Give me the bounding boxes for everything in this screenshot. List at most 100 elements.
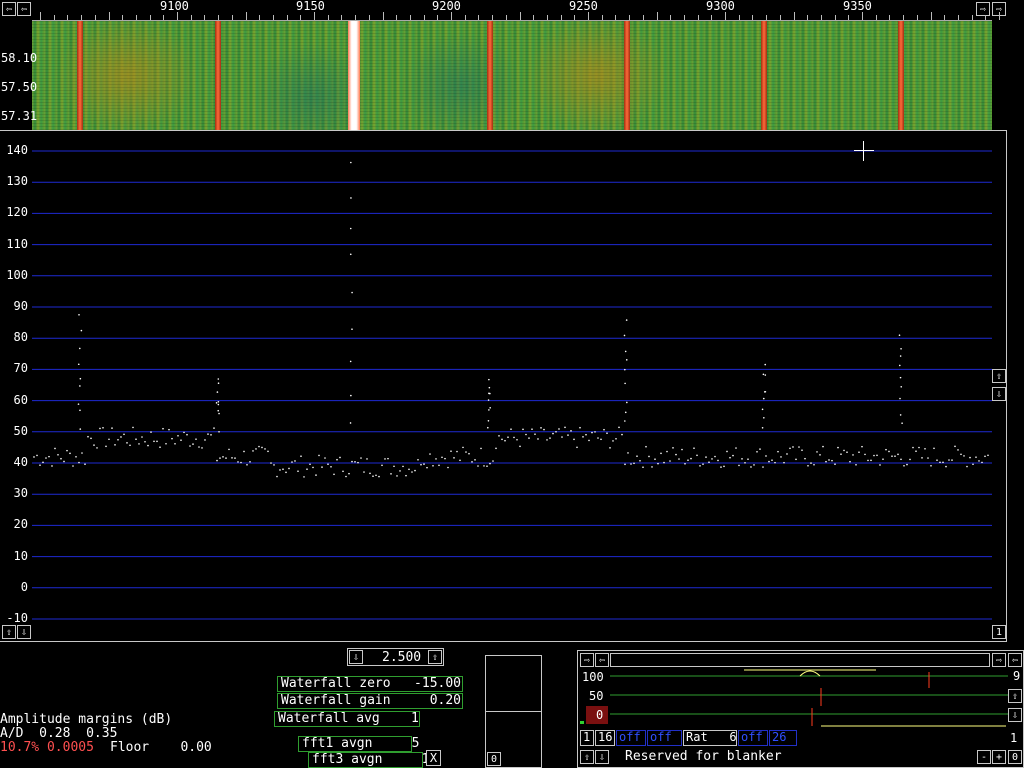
blanker-btn-1[interactable]: 1 bbox=[580, 730, 594, 746]
spectrum-point bbox=[459, 459, 461, 462]
spectrum-point bbox=[594, 431, 596, 433]
spectrum-point bbox=[591, 431, 593, 434]
spectrum-point bbox=[201, 447, 203, 449]
spectrum-peak-point bbox=[351, 291, 353, 294]
spectrum-point bbox=[816, 451, 818, 453]
spectrum-point bbox=[708, 461, 710, 464]
spectrum-point bbox=[195, 438, 197, 440]
spectrum-one-button[interactable]: 1 bbox=[992, 625, 1006, 639]
zoom-up-button[interactable]: ⇧ bbox=[428, 650, 442, 664]
spectrum-point bbox=[453, 457, 455, 459]
blanker-off-3[interactable]: off bbox=[738, 730, 768, 746]
zoom-down-button[interactable]: ⇩ bbox=[349, 650, 363, 664]
spectrum-point bbox=[528, 437, 530, 439]
spectrum-point bbox=[753, 464, 755, 466]
blanker-zero-indicator[interactable]: 0 bbox=[586, 706, 608, 724]
spectrum-shift-up-button[interactable]: ⇧ bbox=[2, 625, 16, 639]
blanker-rat-field[interactable]: Rat 6 bbox=[683, 730, 737, 746]
scroll-left-button[interactable]: ⇦ bbox=[2, 2, 16, 16]
frequency-tick bbox=[629, 15, 631, 20]
blanker-minus-button[interactable]: - bbox=[977, 750, 991, 764]
blanker-down-button[interactable]: ⇩ bbox=[1008, 708, 1022, 722]
spectrum-point bbox=[906, 463, 908, 466]
blanker-left-button[interactable]: ⇦ bbox=[595, 653, 609, 667]
y-axis-label: -10 bbox=[6, 611, 28, 625]
spectrum-shift-down-button[interactable]: ⇩ bbox=[17, 625, 31, 639]
meter-zero-button[interactable]: 0 bbox=[487, 752, 501, 766]
waterfall-display[interactable] bbox=[32, 21, 992, 130]
blanker-scroll-up-button[interactable]: ⇧ bbox=[580, 750, 594, 764]
frequency-tick bbox=[779, 15, 781, 20]
spectrum-peak-point bbox=[77, 403, 80, 405]
spectrum-point bbox=[156, 440, 158, 443]
spectrum-point bbox=[63, 460, 65, 463]
spectrum-point bbox=[135, 438, 137, 441]
blanker-right-button[interactable]: ⇨ bbox=[580, 653, 594, 667]
blanker-right-fast-button[interactable]: ⇨ bbox=[992, 653, 1006, 667]
waterfall-avg-field[interactable]: Waterfall avg 1 bbox=[274, 711, 420, 727]
spectrum-point bbox=[360, 457, 362, 459]
blanker-green-marker bbox=[580, 721, 584, 724]
spectrum-point bbox=[597, 437, 599, 439]
spectrum-point bbox=[792, 446, 794, 448]
spectrum-peak-point bbox=[349, 422, 352, 424]
spectrum-point bbox=[180, 439, 182, 441]
fft3-avgn-field[interactable]: fft3 avgn 1 bbox=[308, 752, 429, 768]
signal-trace-4 bbox=[624, 21, 630, 130]
fft1-avgn-field[interactable]: fft1 avgn 5 bbox=[298, 736, 419, 752]
spectrum-graph[interactable] bbox=[0, 130, 1007, 642]
spectrum-point bbox=[783, 461, 785, 464]
spectrum-point bbox=[507, 436, 509, 438]
spectrum-point bbox=[972, 463, 974, 466]
blanker-left-fast-button[interactable]: ⇦ bbox=[1008, 653, 1022, 667]
spectrum-scale-up-button[interactable]: ⇧ bbox=[992, 369, 1006, 383]
spectrum-scale-down-button[interactable]: ⇩ bbox=[992, 387, 1006, 401]
frequency-tick bbox=[81, 15, 83, 20]
close-button[interactable]: X bbox=[426, 750, 441, 766]
spectrum-point bbox=[228, 448, 230, 451]
spectrum-point bbox=[675, 453, 677, 456]
frequency-tick bbox=[875, 15, 877, 20]
blanker-up-button[interactable]: ⇧ bbox=[1008, 689, 1022, 703]
blanker-btn-16[interactable]: 16 bbox=[595, 730, 615, 746]
blanker-off-1[interactable]: off bbox=[616, 730, 646, 746]
y-axis-label: 80 bbox=[13, 330, 28, 345]
blanker-scroll-down-button[interactable]: ⇩ bbox=[595, 750, 609, 764]
spectrum-point bbox=[915, 450, 917, 453]
y-axis-label: 40 bbox=[13, 455, 28, 469]
frequency-tick bbox=[300, 15, 302, 20]
frequency-tick bbox=[985, 15, 987, 20]
spectrum-point bbox=[603, 428, 605, 431]
frequency-tick bbox=[656, 12, 658, 20]
spectrum-point bbox=[699, 465, 701, 467]
spectrum-point bbox=[828, 459, 830, 461]
scroll-left-fast-button[interactable]: ⇦ bbox=[17, 2, 31, 16]
spectrum-point bbox=[105, 445, 107, 448]
spectrum-point bbox=[57, 454, 59, 456]
blanker-value-26[interactable]: 26 bbox=[769, 730, 797, 746]
frequency-tick bbox=[519, 12, 521, 20]
spectrum-point bbox=[576, 446, 578, 449]
spectrum-peak-point bbox=[217, 400, 220, 403]
spectrum-point bbox=[393, 465, 395, 468]
blanker-off-2[interactable]: off bbox=[647, 730, 682, 746]
frequency-tick bbox=[135, 15, 137, 20]
spectrum-point bbox=[237, 461, 239, 463]
waterfall-gain-field[interactable]: Waterfall gain 0.20 bbox=[277, 693, 463, 709]
spectrum-point bbox=[870, 459, 872, 462]
spectrum-peak-point bbox=[349, 360, 352, 363]
frequency-tick bbox=[615, 15, 617, 20]
blanker-zero-button[interactable]: 0 bbox=[1008, 750, 1022, 764]
spectrum-point bbox=[348, 472, 350, 475]
freq-label-9100: 9100 bbox=[160, 0, 189, 13]
frequency-tick bbox=[834, 15, 836, 20]
spectrum-point bbox=[627, 452, 629, 454]
spectrum-point bbox=[108, 438, 110, 441]
spectrum-point bbox=[975, 456, 977, 458]
spectrum-point bbox=[621, 433, 623, 436]
spectrum-point bbox=[645, 445, 647, 448]
blanker-plus-button[interactable]: + bbox=[992, 750, 1006, 764]
spectrum-point bbox=[414, 469, 416, 472]
frequency-tick bbox=[355, 15, 357, 20]
waterfall-zero-field[interactable]: Waterfall zero -15.00 bbox=[277, 676, 463, 692]
